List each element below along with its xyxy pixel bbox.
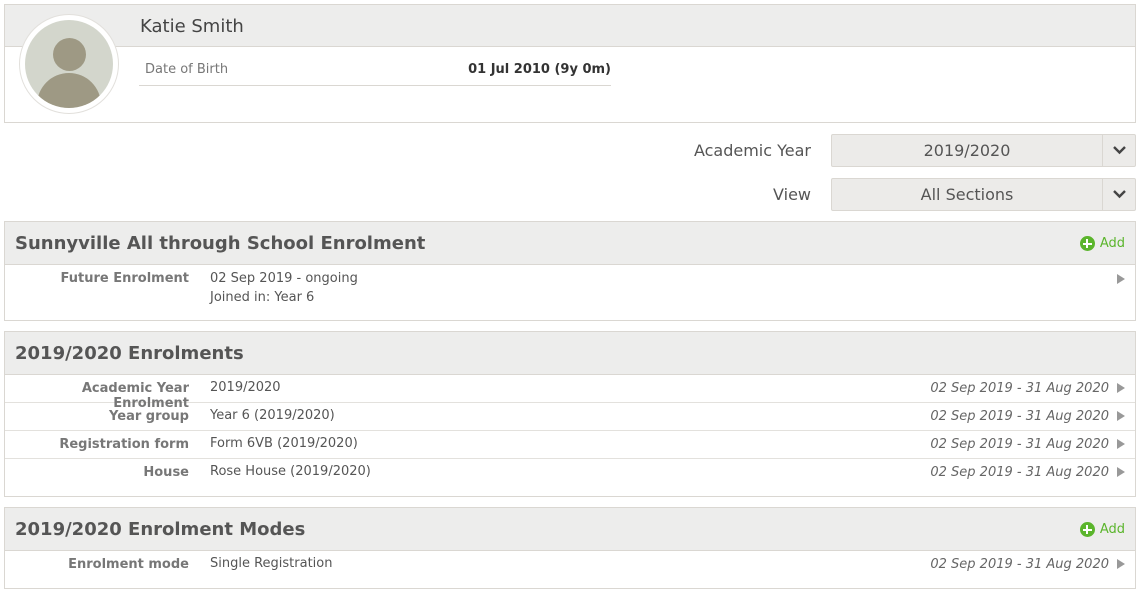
row-value: Form 6VB (2019/2020) xyxy=(210,436,358,451)
row-label: Year group xyxy=(109,409,189,424)
view-value: All Sections xyxy=(920,185,1014,204)
avatar-placeholder-icon xyxy=(25,20,113,108)
row-label: House xyxy=(143,465,189,480)
table-row[interactable]: House Rose House (2019/2020) 02 Sep 2019… xyxy=(5,459,1135,495)
year-enrolments-panel: 2019/2020 Enrolments Academic Year Enrol… xyxy=(4,331,1136,497)
row-value: 02 Sep 2019 - ongoing xyxy=(210,271,358,286)
chevron-right-icon[interactable] xyxy=(1117,439,1125,449)
table-row[interactable]: Year group Year 6 (2019/2020) 02 Sep 201… xyxy=(5,403,1135,431)
table-row[interactable]: Registration form Form 6VB (2019/2020) 0… xyxy=(5,431,1135,459)
academic-year-label: Academic Year xyxy=(693,141,811,160)
table-row[interactable]: Enrolment mode Single Registration 02 Se… xyxy=(5,551,1135,587)
row-label: Registration form xyxy=(59,437,189,452)
chevron-right-icon[interactable] xyxy=(1117,559,1125,569)
avatar[interactable] xyxy=(19,14,119,114)
panel-header: Sunnyville All through School Enrolment … xyxy=(5,222,1135,265)
row-date-range: 02 Sep 2019 - 31 Aug 2020 xyxy=(930,557,1109,572)
add-label: Add xyxy=(1099,522,1125,537)
academic-year-select[interactable]: 2019/2020 xyxy=(831,134,1136,167)
school-enrolment-panel: Sunnyville All through School Enrolment … xyxy=(4,221,1136,321)
row-value: 2019/2020 xyxy=(210,380,281,395)
list-item[interactable]: Future Enrolment 02 Sep 2019 - ongoing J… xyxy=(5,265,1135,320)
row-date-range: 02 Sep 2019 - 31 Aug 2020 xyxy=(930,465,1109,480)
student-name: Katie Smith xyxy=(140,16,244,37)
dob-label: Date of Birth xyxy=(145,62,229,77)
row-label: Future Enrolment xyxy=(60,271,189,286)
chevron-right-icon[interactable] xyxy=(1117,467,1125,477)
panel-title: 2019/2020 Enrolment Modes xyxy=(15,519,306,540)
chevron-down-icon[interactable] xyxy=(1102,135,1135,166)
row-value-secondary: Joined in: Year 6 xyxy=(210,290,315,305)
view-label: View xyxy=(773,185,811,204)
chevron-right-icon[interactable] xyxy=(1117,274,1125,284)
row-date-range: 02 Sep 2019 - 31 Aug 2020 xyxy=(930,381,1109,396)
add-label: Add xyxy=(1099,236,1125,251)
add-enrolment-mode-button[interactable]: Add xyxy=(1079,522,1125,537)
chevron-right-icon[interactable] xyxy=(1117,383,1125,393)
panel-title: 2019/2020 Enrolments xyxy=(15,343,244,364)
plus-circle-icon xyxy=(1079,522,1095,537)
academic-year-value: 2019/2020 xyxy=(923,141,1011,160)
student-profile-card: Katie Smith Date of Birth 01 Jul 2010 (9… xyxy=(4,4,1136,123)
row-value: Single Registration xyxy=(210,556,333,571)
plus-circle-icon xyxy=(1079,236,1095,251)
panel-title: Sunnyville All through School Enrolment xyxy=(15,233,426,254)
chevron-down-icon[interactable] xyxy=(1102,179,1135,210)
row-date-range: 02 Sep 2019 - 31 Aug 2020 xyxy=(930,437,1109,452)
view-select[interactable]: All Sections xyxy=(831,178,1136,211)
row-label: Enrolment mode xyxy=(68,557,189,572)
panel-header: 2019/2020 Enrolment Modes Add xyxy=(5,508,1135,551)
row-value: Year 6 (2019/2020) xyxy=(210,408,335,423)
row-value: Rose House (2019/2020) xyxy=(210,464,371,479)
dob-value: 01 Jul 2010 (9y 0m) xyxy=(468,62,611,77)
chevron-right-icon[interactable] xyxy=(1117,411,1125,421)
panel-header: 2019/2020 Enrolments xyxy=(5,332,1135,375)
row-date-range: 02 Sep 2019 - 31 Aug 2020 xyxy=(930,409,1109,424)
table-row[interactable]: Academic Year Enrolment 2019/2020 02 Sep… xyxy=(5,375,1135,411)
date-of-birth-row: Date of Birth 01 Jul 2010 (9y 0m) xyxy=(139,57,611,86)
enrolment-modes-panel: 2019/2020 Enrolment Modes Add Enrolment … xyxy=(4,507,1136,589)
add-enrolment-button[interactable]: Add xyxy=(1079,236,1125,251)
